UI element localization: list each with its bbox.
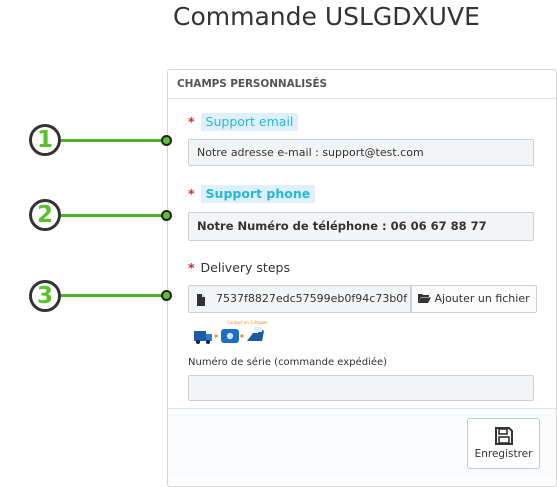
file-icon xyxy=(188,285,211,313)
page-title: Commande USLGDXUVE xyxy=(173,2,480,31)
callout-dot xyxy=(161,135,172,146)
file-name-field[interactable]: 7537f8827edc57599eb0f94c73b0f xyxy=(211,285,411,313)
support-phone-label-text: Support phone xyxy=(200,185,316,203)
panel-footer: Enregistrer xyxy=(168,408,556,479)
support-email-label: * Support email xyxy=(188,113,299,131)
steps-image-caption: Contact en 3 étapes xyxy=(227,320,267,325)
serial-number-field[interactable] xyxy=(188,375,534,401)
panel-heading: CHAMPS PERSONNALISÉS xyxy=(168,70,556,99)
callout-number: 3 xyxy=(29,280,61,312)
required-mark: * xyxy=(188,186,195,201)
support-email-field[interactable]: Notre adresse e-mail : support@test.com xyxy=(188,139,534,166)
custom-fields-panel: CHAMPS PERSONNALISÉS * Support email Notr… xyxy=(167,69,557,487)
callout-number: 1 xyxy=(29,124,61,156)
delivery-steps-label: * Delivery steps xyxy=(188,260,290,275)
callout-number: 2 xyxy=(29,199,61,231)
support-phone-label: * Support phone xyxy=(188,185,316,203)
support-phone-field[interactable]: Notre Numéro de téléphone : 06 06 67 88 … xyxy=(188,212,534,241)
delivery-steps-image: Contact en 3 étapes xyxy=(194,319,294,351)
callout-leader-line xyxy=(61,139,164,142)
save-button-label: Enregistrer xyxy=(474,448,533,460)
save-button[interactable]: Enregistrer xyxy=(467,418,540,469)
add-file-button[interactable]: Ajouter un fichier xyxy=(411,285,537,313)
callout-dot xyxy=(161,210,172,221)
support-email-label-text: Support email xyxy=(200,113,299,131)
required-mark: * xyxy=(188,114,195,129)
folder-open-icon xyxy=(418,294,431,303)
callout-dot xyxy=(161,290,172,301)
delivery-steps-label-text: Delivery steps xyxy=(200,260,290,275)
required-mark: * xyxy=(188,260,195,275)
floppy-disk-icon xyxy=(494,427,513,445)
file-upload-group: 7537f8827edc57599eb0f94c73b0f Ajouter un… xyxy=(188,285,537,313)
add-file-label: Ajouter un fichier xyxy=(434,292,530,305)
callout-leader-line xyxy=(61,294,164,297)
serial-number-label: Numéro de série (commande expédiée) xyxy=(188,357,388,368)
callout-leader-line xyxy=(61,214,164,217)
